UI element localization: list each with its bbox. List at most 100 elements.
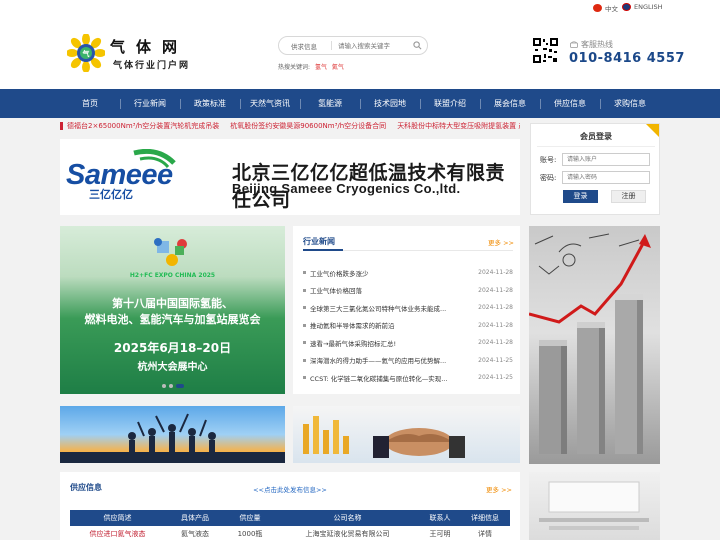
nav-purchase[interactable]: 求购信息: [600, 89, 660, 118]
slider-dot-active[interactable]: [175, 384, 184, 388]
nav-hydrogen[interactable]: 氢能源: [300, 89, 360, 118]
nav-policy[interactable]: 政策标准: [180, 89, 240, 118]
news-item-date: 2024-11-25: [478, 356, 513, 364]
expo-badge: H2+FC EXPO CHINA 2025: [129, 272, 216, 279]
publish-info-link[interactable]: <<点击此处发布信息>>: [60, 484, 520, 494]
search-input[interactable]: [338, 41, 410, 50]
news-item-date: 2024-11-25: [478, 374, 513, 382]
search-category-select[interactable]: 供求信息: [279, 41, 331, 51]
news-item-date: 2024-11-28: [478, 286, 513, 294]
news-more-link[interactable]: 更多 >>: [488, 237, 514, 247]
slider-dot[interactable]: [168, 384, 173, 388]
sameee-banner[interactable]: Sameee 三亿亿亿 北京三亿亿亿超低温技术有限责任公司 Beijing Sa…: [60, 139, 520, 215]
expo-logo-icon: [154, 238, 187, 266]
search-divider: [331, 41, 332, 50]
lang-en[interactable]: ENGLISH: [622, 3, 663, 11]
news-title-underline: [303, 249, 343, 251]
expo-title-line2: 燃料电池、氢能汽车与加氢站展览会: [84, 313, 261, 326]
hot-keywords-label: 热搜关键词:: [278, 64, 311, 71]
logo-mark-text: 气: [82, 49, 90, 58]
news-item-title: 推动氦和半导体需求的新前沿: [310, 322, 395, 331]
main-nav: 首页 行业新闻 政策标准 天然气资讯 氢能源 技术园地 联盟介绍 展会信息 供应…: [0, 89, 720, 118]
table-row[interactable]: 供应进口氦气液态 氦气液态 1000瓶 上海宝延液化贸易有限公司 王可明 详情: [70, 526, 510, 540]
hot-keywords: 热搜关键词: 氢气 氦气: [278, 62, 344, 71]
ticker-item[interactable]: 德福台2×65000Nm³/h空分装置汽轮机完成吊装: [67, 122, 219, 130]
ticker-item[interactable]: 天科股份中标特大型变压吸附提氢装置 产: [397, 122, 520, 130]
bullet-icon: [303, 271, 306, 275]
news-item-date: 2024-11-28: [478, 304, 513, 312]
slider-dot[interactable]: [161, 384, 166, 388]
table-cell: 氦气液态: [181, 530, 209, 538]
table-cell: 1000瓶: [237, 530, 263, 538]
nav-natural-gas[interactable]: 天然气资讯: [240, 89, 300, 118]
account-label: 账号:: [540, 156, 557, 164]
column-header: 供应量: [239, 514, 261, 522]
nav-expo[interactable]: 展会信息: [480, 89, 540, 118]
site-subtitle: 气体行业门户网: [113, 61, 191, 71]
bullet-icon: [303, 306, 306, 310]
news-item[interactable]: 推动氦和半导体需求的新前沿 2024-11-28: [303, 317, 513, 335]
login-title: 会员登录: [580, 132, 612, 141]
account-input[interactable]: [562, 153, 650, 166]
search-button[interactable]: [410, 39, 424, 53]
table-cell[interactable]: 上海宝延液化贸易有限公司: [275, 526, 420, 540]
banner-company-en: Beijing Sameee Cryogenics Co.,ltd.: [232, 181, 461, 196]
news-item[interactable]: 工业气体价格回落 2024-11-28: [303, 282, 513, 300]
photo-card-handshake[interactable]: [293, 406, 520, 463]
growth-chart-image[interactable]: [529, 226, 660, 464]
expo-slider[interactable]: H2+FC EXPO CHINA 2025 第十八届中国国际氢能、 燃料电池、氢…: [60, 226, 285, 394]
password-input[interactable]: [562, 171, 650, 184]
header: 气 气体网 气体行业门户网 供求信息 热搜关键词: 氢气 氦气: [0, 16, 720, 89]
lang-cn-label: 中文: [605, 5, 618, 13]
supply-more-link[interactable]: 更多 >>: [486, 484, 512, 494]
nav-tech[interactable]: 技术园地: [360, 89, 420, 118]
column-header: 供应简述: [103, 514, 132, 522]
photo-card-success[interactable]: [60, 406, 285, 463]
news-item-title: 全球第三大三氯化氮公司特种气体业务未能成...: [310, 304, 447, 313]
news-item[interactable]: 速看→最新气体采购招标汇总! 2024-11-28: [303, 334, 513, 352]
supply-table-header: 供应简述 具体产品 供应量 公司名称 联系人 详细信息: [70, 510, 510, 526]
password-label: 密码:: [540, 174, 557, 182]
ticker-item[interactable]: 杭氧股份签约安徽昊源90600Nm³/h空分设备合同: [230, 122, 386, 130]
qr-code-icon: [532, 37, 559, 64]
hot-keyword-link[interactable]: 氢气: [315, 64, 327, 71]
column-header: 联系人: [429, 514, 451, 522]
news-item[interactable]: 全球第三大三氯化氮公司特种气体业务未能成... 2024-11-28: [303, 299, 513, 317]
hotline-label: 客服热线: [570, 39, 613, 50]
ticker-bar-icon: [60, 122, 63, 130]
expo-venue: 杭州大会展中心: [137, 362, 208, 373]
nav-supply[interactable]: 供应信息: [540, 89, 600, 118]
bullet-icon: [303, 323, 306, 327]
lang-cn[interactable]: 中文: [593, 3, 618, 13]
details-link[interactable]: 详情: [460, 526, 510, 540]
bullet-icon: [303, 376, 306, 380]
table-cell[interactable]: 供应进口氦气液态: [70, 526, 165, 540]
site-title[interactable]: 气体网: [110, 36, 188, 57]
sunflower-logo-icon[interactable]: 气: [67, 34, 105, 72]
nav-home[interactable]: 首页: [60, 89, 120, 118]
news-item-date: 2024-11-28: [478, 321, 513, 329]
industry-news-panel: 行业新闻 更多 >> 工业气价格跌多涨少 2024-11-28 工业气体价格回落 2…: [293, 226, 520, 394]
table-cell: 王可明: [429, 530, 451, 538]
news-panel-title[interactable]: 行业新闻: [303, 236, 335, 247]
news-item[interactable]: 工业气价格跌多涨少 2024-11-28: [303, 264, 513, 282]
hotline-number: 010-8416 4557: [569, 51, 685, 66]
nav-alliance[interactable]: 联盟介绍: [420, 89, 480, 118]
uk-flag-icon: [622, 3, 631, 11]
hot-keyword-link[interactable]: 氦气: [332, 64, 344, 71]
phone-icon: [570, 41, 578, 48]
search-box: 供求信息: [278, 36, 428, 55]
photo-card-conference[interactable]: [529, 472, 660, 540]
news-item[interactable]: 深海潜水的得力助手——氦气的应用与优势解... 2024-11-25: [303, 352, 513, 370]
column-header: 具体产品: [181, 514, 209, 522]
nav-industry-news[interactable]: 行业新闻: [120, 89, 180, 118]
handshake-image: [303, 416, 465, 458]
column-header: 公司名称: [333, 514, 362, 522]
expo-date: 2025年6月18–20日: [113, 341, 232, 355]
news-item-title: 深海潜水的得力助手——氦气的应用与优势解...: [310, 357, 447, 366]
register-button[interactable]: 注册: [611, 190, 646, 203]
bullet-icon: [303, 288, 306, 292]
login-button[interactable]: 登录: [563, 190, 598, 203]
news-item[interactable]: CCST: 化学链二氧化碳捕集与原位转化—实现... 2024-11-25: [303, 369, 513, 387]
news-item-title: CCST: 化学链二氧化碳捕集与原位转化—实现...: [310, 374, 448, 383]
